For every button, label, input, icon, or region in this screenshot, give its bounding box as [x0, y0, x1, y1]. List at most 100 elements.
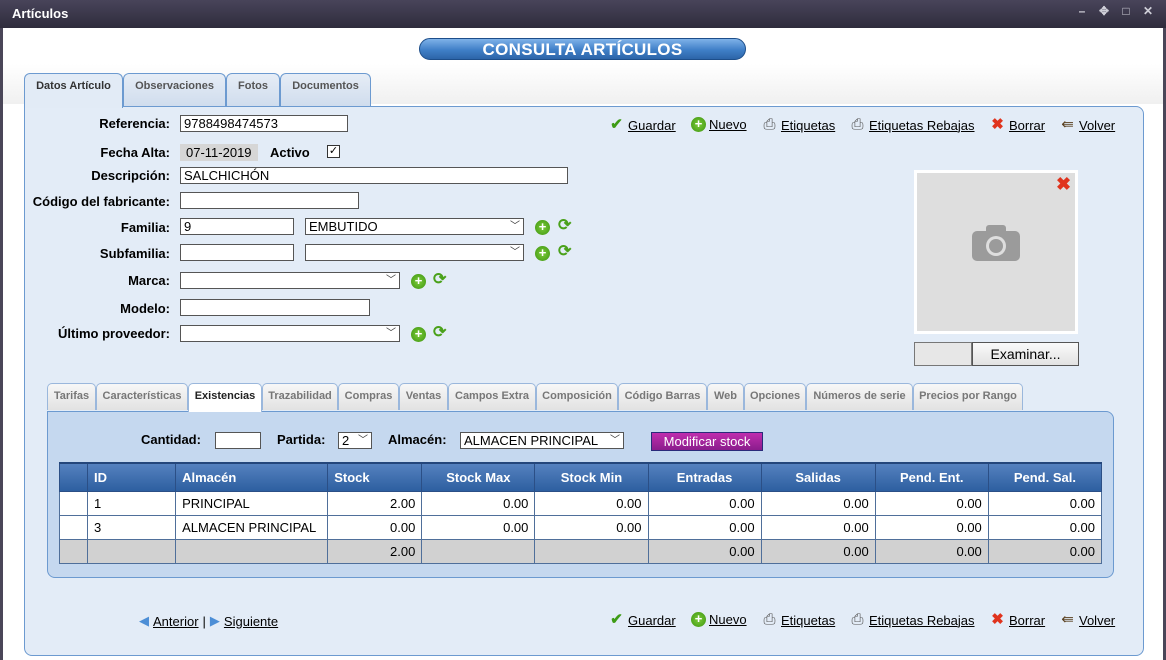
- refresh-subfamilia-icon[interactable]: ⟳: [558, 244, 576, 260]
- add-subfamilia-icon[interactable]: +: [535, 246, 550, 261]
- descripcion-input[interactable]: SALCHICHÓN: [180, 167, 568, 184]
- window-border-left: [0, 28, 3, 660]
- column-header-stock[interactable]: Stock: [327, 462, 423, 492]
- window-title: Artículos: [12, 6, 69, 21]
- table-row[interactable]: 1 PRINCIPAL 2.00 0.00 0.00 0.00 0.00 0.0…: [58, 490, 1103, 516]
- sale-labels-button-bottom[interactable]: ⎙ Etiquetas Rebajas: [849, 612, 974, 628]
- subtab-precios-rango[interactable]: Precios por Rango: [913, 383, 1023, 410]
- previous-link[interactable]: Anterior: [153, 614, 199, 629]
- save-button-bottom[interactable]: ✔ Guardar: [608, 612, 676, 628]
- chevron-down-icon: ﹀: [610, 435, 620, 446]
- subtab-opciones[interactable]: Opciones: [744, 383, 806, 410]
- cell-stock-max: 0.00: [421, 490, 536, 516]
- refresh-familia-icon[interactable]: ⟳: [558, 218, 576, 234]
- browse-button[interactable]: Examinar...: [972, 342, 1079, 366]
- check-icon: ✔: [610, 611, 623, 628]
- column-header-stock-min[interactable]: Stock Min: [534, 462, 649, 492]
- remove-photo-icon[interactable]: ✖: [1056, 174, 1071, 195]
- cell-almacen: PRINCIPAL: [175, 490, 329, 516]
- total-blank: [58, 538, 89, 564]
- back-button-bottom[interactable]: ⇚ Volver: [1059, 612, 1115, 628]
- partida-select[interactable]: 2 ﹀: [338, 432, 372, 449]
- subfamilia-code-input[interactable]: [180, 244, 294, 261]
- add-familia-icon[interactable]: +: [535, 220, 550, 235]
- fecha-alta-label: Fecha Alta:: [100, 145, 170, 160]
- almacen-label: Almacén:: [388, 432, 447, 447]
- ultimo-proveedor-select[interactable]: ﹀: [180, 325, 400, 342]
- labels-button-bottom[interactable]: ⎙ Etiquetas: [761, 612, 835, 628]
- back-button[interactable]: ⇚ Volver: [1059, 117, 1115, 133]
- subtab-numeros-serie[interactable]: Números de serie: [806, 383, 913, 410]
- column-header-entradas[interactable]: Entradas: [647, 462, 762, 492]
- row-selector[interactable]: [58, 514, 89, 540]
- subtab-ventas[interactable]: Ventas: [399, 383, 448, 410]
- column-header-pend-sal[interactable]: Pend. Sal.: [987, 462, 1103, 492]
- table-total-row: 2.00 0.00 0.00 0.00 0.00: [58, 538, 1103, 564]
- cell-stock: 0.00: [327, 514, 423, 540]
- subtab-trazabilidad[interactable]: Trazabilidad: [262, 383, 338, 410]
- close-icon[interactable]: ✕: [1142, 4, 1154, 18]
- move-icon[interactable]: ✥: [1098, 4, 1110, 18]
- add-marca-icon[interactable]: +: [411, 274, 426, 289]
- chevron-down-icon: ﹀: [386, 275, 396, 286]
- subtab-existencias[interactable]: Existencias: [188, 383, 262, 412]
- total-id: [87, 538, 177, 564]
- check-icon: ✔: [610, 116, 623, 133]
- chevron-down-icon: ﹀: [358, 435, 368, 446]
- marca-select[interactable]: ﹀: [180, 272, 400, 289]
- refresh-marca-icon[interactable]: ⟳: [433, 272, 451, 288]
- modelo-input[interactable]: [180, 299, 370, 316]
- familia-select[interactable]: EMBUTIDO ﹀: [305, 218, 524, 235]
- tab-documentos[interactable]: Documentos: [280, 73, 371, 107]
- cantidad-input[interactable]: [215, 432, 261, 449]
- delete-button-bottom[interactable]: ✖ Borrar: [989, 612, 1045, 628]
- subtab-composicion[interactable]: Composición: [536, 383, 618, 410]
- printer-icon: ⎙: [763, 116, 776, 133]
- new-button[interactable]: + Nuevo: [691, 117, 747, 132]
- activo-checkbox[interactable]: ✓: [327, 145, 340, 158]
- column-header-salidas[interactable]: Salidas: [760, 462, 876, 492]
- modify-stock-button[interactable]: Modificar stock: [651, 432, 763, 451]
- triangle-right-icon: ▶: [209, 613, 220, 628]
- chevron-down-icon: ﹀: [386, 328, 396, 339]
- marca-label: Marca:: [128, 273, 170, 288]
- column-header-almacen[interactable]: Almacén: [175, 462, 329, 492]
- new-button-bottom[interactable]: + Nuevo: [691, 612, 747, 627]
- almacen-select[interactable]: ALMACEN PRINCIPAL ﹀: [460, 432, 624, 449]
- column-header-pend-ent[interactable]: Pend. Ent.: [874, 462, 989, 492]
- delete-button[interactable]: ✖ Borrar: [989, 117, 1045, 133]
- minimize-icon[interactable]: –: [1076, 4, 1088, 18]
- next-link[interactable]: Siguiente: [224, 614, 278, 629]
- column-header-stock-max[interactable]: Stock Max: [421, 462, 536, 492]
- file-path-field[interactable]: [914, 342, 972, 366]
- add-proveedor-icon[interactable]: +: [411, 327, 426, 342]
- codigo-fabricante-input[interactable]: [180, 192, 359, 209]
- sale-labels-button[interactable]: ⎙ Etiquetas Rebajas: [849, 116, 974, 133]
- cell-salidas: 0.00: [760, 490, 876, 516]
- familia-code-input[interactable]: 9: [180, 218, 294, 235]
- tab-datos-articulo[interactable]: Datos Artículo: [24, 73, 123, 108]
- referencia-input[interactable]: 9788498474573: [180, 115, 348, 132]
- subtab-web[interactable]: Web: [707, 383, 744, 410]
- subtab-compras[interactable]: Compras: [338, 383, 399, 410]
- subtab-caracteristicas[interactable]: Características: [96, 383, 188, 410]
- labels-button[interactable]: ⎙ Etiquetas: [761, 117, 835, 133]
- familia-select-value: EMBUTIDO: [309, 219, 378, 234]
- save-button[interactable]: ✔ Guardar: [608, 117, 676, 133]
- subtab-campos-extra[interactable]: Campos Extra: [448, 383, 536, 410]
- refresh-proveedor-icon[interactable]: ⟳: [433, 325, 451, 341]
- cell-stock-min: 0.00: [534, 514, 649, 540]
- maximize-icon[interactable]: □: [1120, 4, 1132, 18]
- row-selector[interactable]: [58, 490, 89, 516]
- subtab-codigo-barras[interactable]: Código Barras: [618, 383, 707, 410]
- tab-observaciones[interactable]: Observaciones: [123, 73, 226, 107]
- table-row[interactable]: 3 ALMACEN PRINCIPAL 0.00 0.00 0.00 0.00 …: [58, 514, 1103, 540]
- column-header-id[interactable]: ID: [87, 462, 177, 492]
- pager-separator: |: [202, 613, 206, 629]
- subfamilia-select[interactable]: ﹀: [305, 244, 524, 261]
- subtab-tarifas[interactable]: Tarifas: [47, 383, 96, 410]
- plus-icon: +: [691, 117, 706, 132]
- ultimo-proveedor-label: Último proveedor:: [58, 326, 170, 341]
- tab-fotos[interactable]: Fotos: [226, 73, 280, 107]
- printer-icon: ⎙: [851, 116, 864, 133]
